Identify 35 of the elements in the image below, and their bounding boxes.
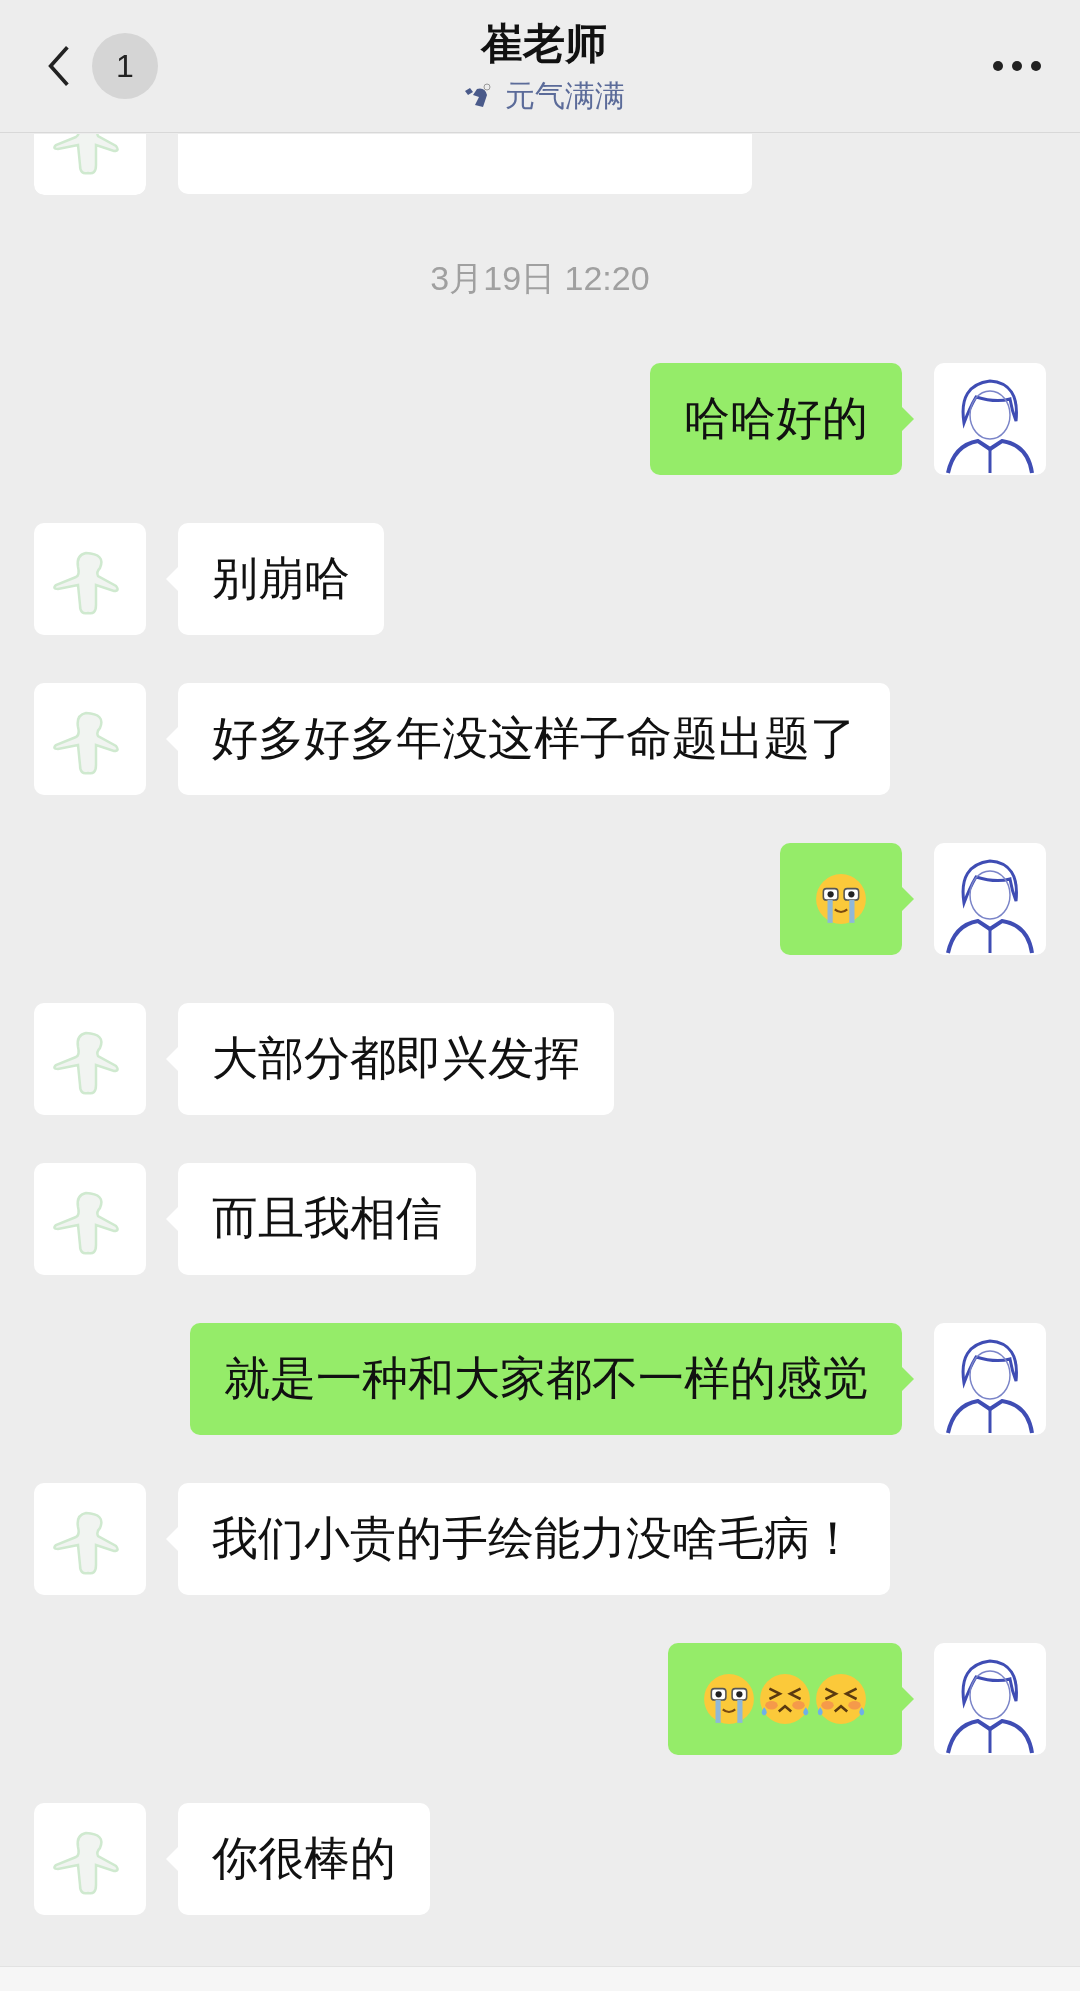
crying-face-icon xyxy=(814,872,868,926)
avatar-icon[interactable] xyxy=(34,1803,146,1915)
message-bubble[interactable]: 就是一种和大家都不一样的感觉 xyxy=(190,1323,902,1435)
avatar-icon[interactable] xyxy=(34,523,146,635)
avatar-drawing[interactable] xyxy=(934,363,1046,475)
crying-face-icon xyxy=(702,1672,756,1726)
chat-title: 崔老师 xyxy=(481,18,607,69)
message-bubble[interactable]: 你很棒的 xyxy=(178,1803,430,1915)
message-bubble[interactable]: 别崩哈 xyxy=(178,523,384,635)
squinting-crying-face-icon xyxy=(814,1672,868,1726)
message-bubble[interactable]: 好多好多年没这样子命题出题了 xyxy=(178,683,890,795)
bubble-tail xyxy=(902,887,914,911)
back-icon[interactable] xyxy=(46,43,72,89)
avatar-icon[interactable] xyxy=(34,1483,146,1595)
unread-badge: 1 xyxy=(92,33,158,99)
avatar-drawing[interactable] xyxy=(934,1323,1046,1435)
avatar-icon[interactable] xyxy=(34,134,146,195)
avatar-drawing[interactable] xyxy=(934,1643,1046,1755)
message-bubble[interactable]: 大部分都即兴发挥 xyxy=(178,1003,614,1115)
message-bubble[interactable]: 我们小贵的手绘能力没啥毛病！ xyxy=(178,1483,890,1595)
bubble-tail xyxy=(902,1367,914,1391)
message-bubble[interactable]: 而且我相信 xyxy=(178,1163,476,1275)
squinting-crying-face-icon xyxy=(758,1672,812,1726)
timestamp: 3月19日 12:20 xyxy=(430,257,650,299)
avatar-icon[interactable] xyxy=(34,1003,146,1115)
bubble-tail xyxy=(902,407,914,431)
avatar-icon[interactable] xyxy=(34,1163,146,1275)
message-bubble[interactable]: 哈哈好的 xyxy=(650,363,902,475)
message-bubble[interactable] xyxy=(668,1643,902,1755)
bubble-tail xyxy=(902,1687,914,1711)
more-icon[interactable] xyxy=(992,60,1042,72)
avatar-drawing[interactable] xyxy=(934,843,1046,955)
avatar-icon[interactable] xyxy=(34,683,146,795)
message-bubble[interactable] xyxy=(780,843,902,955)
status-text: 元气满满 xyxy=(505,77,625,114)
